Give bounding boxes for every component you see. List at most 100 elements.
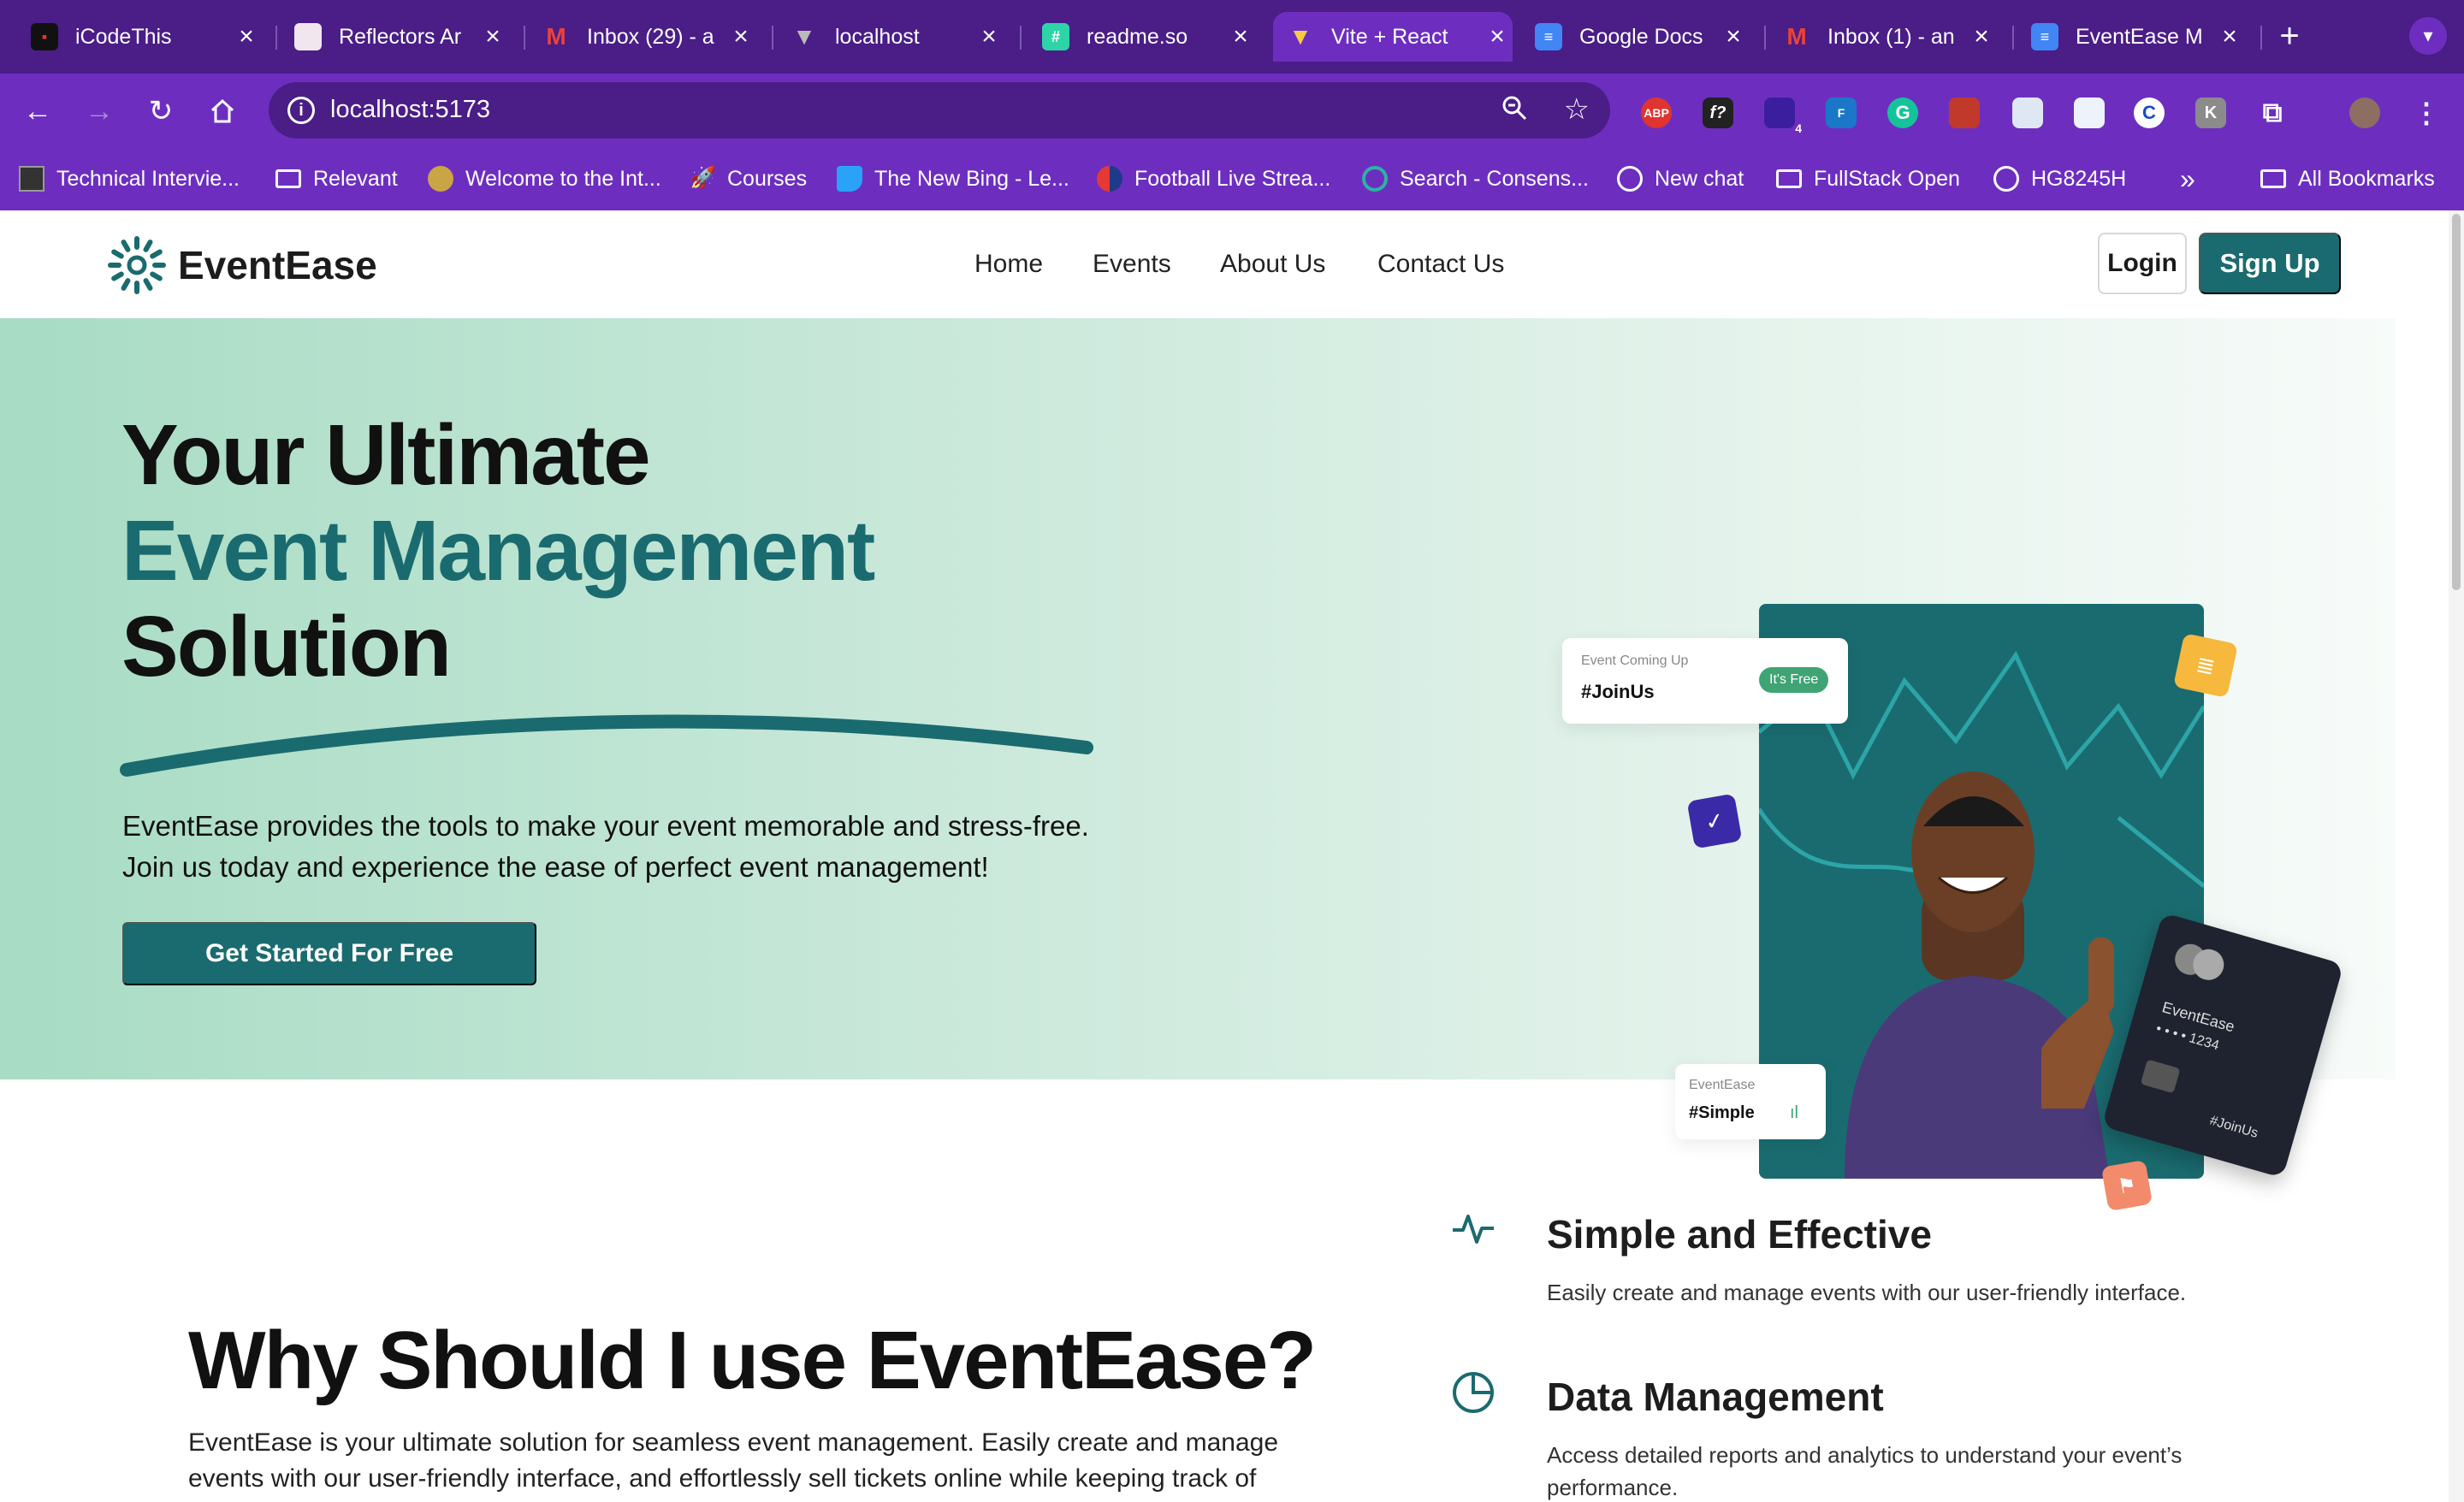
page-scrollbar[interactable] [2449,210,2464,1502]
tab-readme[interactable]: # readme.so × [1042,12,1256,62]
close-icon[interactable]: × [477,22,508,51]
football-icon [1097,166,1122,192]
tab-divider [2012,26,2014,50]
extension-icon[interactable] [2012,98,2043,128]
grammarly-icon[interactable]: G [1887,98,1918,128]
tab-label: Google Docs [1579,24,1703,49]
reload-icon[interactable]: ↻ [142,92,180,130]
signup-button[interactable]: Sign Up [2199,233,2341,294]
extension-icon[interactable]: 4 [1764,98,1802,135]
gmail-icon: M [1786,23,1807,50]
more-bookmarks-chevron-icon[interactable]: » [2180,163,2195,194]
zoom-icon[interactable] [1501,94,1528,128]
close-icon[interactable]: × [1718,22,1749,51]
fontface-extension-icon[interactable]: f? [1703,98,1733,128]
tab-divider [1020,26,1022,50]
extension-icon[interactable]: F [1826,98,1857,128]
tab-reflectors[interactable]: Reflectors Ar × [294,12,508,62]
extension-icon[interactable]: C [2134,98,2165,128]
nav-home[interactable]: Home [974,250,1043,279]
extensions-puzzle-icon[interactable]: ⧉ [2257,97,2288,128]
brand-logo[interactable]: EventEase [106,234,377,296]
hero-description: EventEase provides the tools to make you… [122,806,1235,888]
hero-description-line-1: EventEase provides the tools to make you… [122,810,1089,842]
extension-icon[interactable] [2074,98,2105,128]
all-bookmarks-label: All Bookmarks [2298,166,2435,191]
close-icon[interactable]: × [1966,22,1997,51]
event-coming-up-card: Event Coming Up #JoinUs It's Free [1562,638,1848,724]
profile-avatar[interactable] [2349,98,2380,128]
tab-inbox-1[interactable]: M Inbox (1) - an × [1783,12,1997,62]
activity-icon [1448,1203,1499,1254]
tab-vite-react[interactable]: ▼ Vite + React × [1273,12,1513,62]
forward-arrow-icon[interactable]: → [80,92,118,130]
close-icon[interactable]: × [2214,22,2245,51]
nav-events[interactable]: Events [1093,250,1171,279]
site-icon [428,166,453,192]
bookmark-item[interactable]: Technical Intervie... [19,164,240,193]
bookmark-item[interactable]: 🚀 Courses [690,164,807,193]
close-icon[interactable]: × [1482,22,1513,51]
get-started-button[interactable]: Get Started For Free [122,922,536,985]
site-info-icon[interactable]: i [287,97,315,124]
bar-chart-icon: ıl [1790,1103,1798,1122]
bookmark-label: FullStack Open [1814,166,1960,191]
close-icon[interactable]: × [1225,22,1256,51]
bookmarks-bar: Technical Intervie... Relevant Welcome t… [0,147,2464,210]
tab-google-docs[interactable]: ≡ Google Docs × [1535,12,1749,62]
back-arrow-icon[interactable]: ← [19,92,56,130]
nav-contact-us[interactable]: Contact Us [1377,250,1504,279]
tab-search-chevron-icon[interactable]: ▾ [2409,17,2447,55]
bookmark-item[interactable]: Relevant [275,164,398,193]
home-icon[interactable] [204,92,241,130]
close-icon[interactable]: × [974,22,1004,51]
tab-eventease-doc[interactable]: ≡ EventEase M × [2031,12,2245,62]
tab-label: iCodeThis [75,24,172,49]
hero-title-line-3: Solution [121,599,452,695]
bookmark-item[interactable]: New chat [1617,164,1744,193]
card-hashtag: #Simple [1689,1103,1755,1122]
bookmark-label: Courses [727,166,808,191]
bookmark-label: Football Live Strea... [1134,166,1331,191]
address-bar[interactable]: i localhost:5173 ☆ [269,82,1610,139]
address-url[interactable]: localhost:5173 [330,96,490,124]
close-icon[interactable]: × [231,22,262,51]
nav-about-us[interactable]: About Us [1220,250,1325,279]
adblock-extension-icon[interactable]: ABP [1641,98,1672,128]
tab-inbox-29[interactable]: M Inbox (29) - a × [542,12,756,62]
bing-icon [837,166,862,192]
extension-icon[interactable] [1949,98,1980,128]
bookmark-label: Welcome to the Int... [465,166,661,191]
all-bookmarks-folder[interactable]: All Bookmarks [2260,164,2435,193]
bookmark-item[interactable]: Welcome to the Int... [428,164,661,193]
bookmark-item[interactable]: Football Live Strea... [1097,164,1330,193]
bookmark-item[interactable]: HG8245H [1993,164,2126,193]
bookmark-item[interactable]: The New Bing - Le... [837,164,1069,193]
folder-icon [1776,169,1802,188]
menu-kebab-icon[interactable]: ⋮ [2411,98,2442,128]
close-icon[interactable]: × [726,22,756,51]
hero-underline-swoosh [120,714,1093,777]
hero-section: Your Ultimate Event Management Solution … [0,318,2396,1212]
localhost-icon: ▼ [792,23,816,50]
tab-divider [275,26,277,50]
card-chip [2140,1059,2181,1094]
tab-label: EventEase M [2076,24,2203,49]
vite-icon: ▼ [1288,23,1312,50]
tab-localhost[interactable]: ▼ localhost × [791,12,1004,62]
extension-icon[interactable]: K [2195,98,2226,128]
browser-toolbar: ← → ↻ i localhost:5173 ☆ ABP f? 4 F G C … [0,74,2464,147]
why-section-title: Why Should I use EventEase? [188,1315,1317,1406]
bookmark-star-icon[interactable]: ☆ [1564,92,1590,127]
globe-icon [1993,166,2019,192]
why-section-description: EventEase is your ultimate solution for … [188,1428,1279,1493]
new-tab-plus-icon[interactable]: + [2271,17,2308,55]
bookmark-item[interactable]: FullStack Open [1776,164,1960,193]
tab-icodethis[interactable]: ▪ iCodeThis × [31,12,262,62]
gmail-icon: M [546,23,566,50]
hero-description-line-2: Join us today and experience the ease of… [122,851,989,883]
login-button[interactable]: Login [2098,233,2187,294]
bookmark-item[interactable]: Search - Consens... [1362,164,1589,193]
tab-label: Inbox (1) - an [1827,24,1955,49]
scrollbar-thumb[interactable] [2452,214,2461,590]
